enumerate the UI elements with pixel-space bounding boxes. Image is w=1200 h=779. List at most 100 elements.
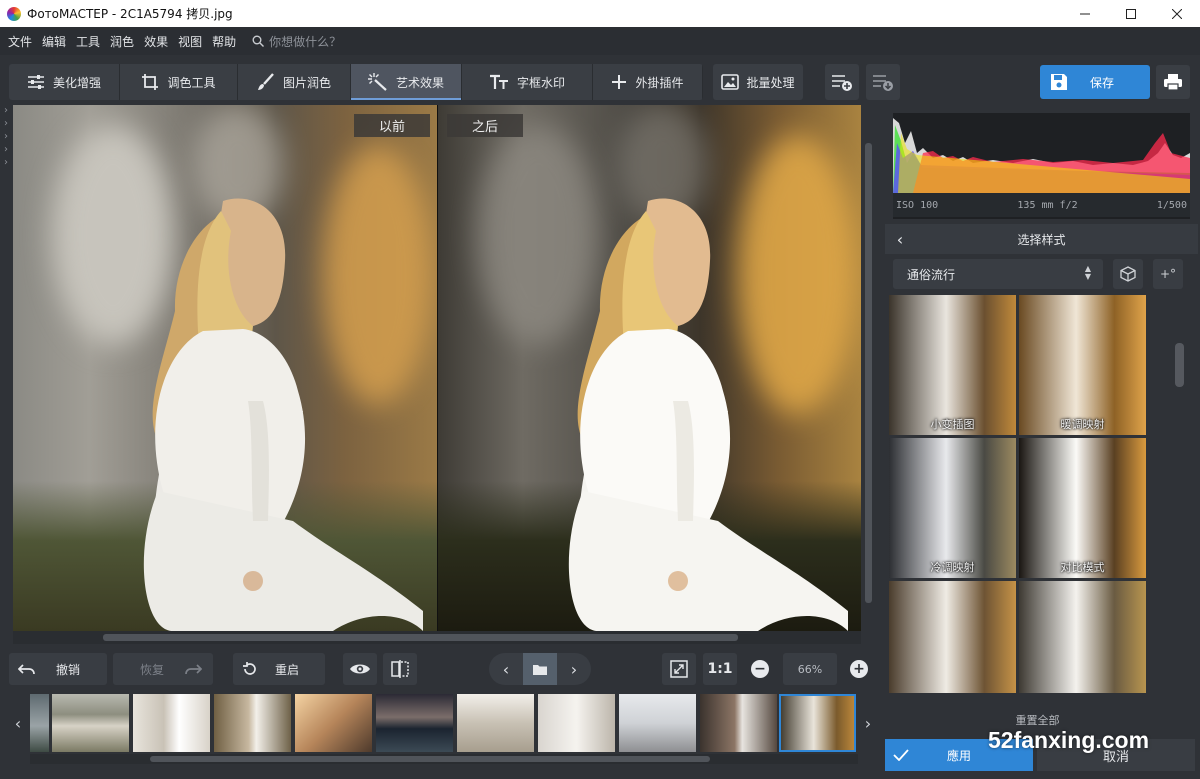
redo-button[interactable]: 恢复 <box>113 653 213 685</box>
menu-help[interactable]: 帮助 <box>212 33 236 50</box>
chevron-left-icon[interactable]: ‹ <box>8 692 28 754</box>
tab-color-tools[interactable]: 调色工具 <box>120 64 238 100</box>
tab-label: 外掛插件 <box>635 75 684 90</box>
tab-retouch[interactable]: 图片润色 <box>238 64 351 100</box>
tab-plugins[interactable]: 外掛插件 <box>593 64 703 100</box>
film-thumbnail[interactable] <box>30 694 49 752</box>
add-style-button[interactable]: +° <box>1153 259 1183 289</box>
style-panel-header: ‹ 选择样式 <box>885 224 1198 254</box>
exif-lens: 135 mm f/2 <box>1017 199 1078 211</box>
photo-before <box>13 105 437 631</box>
crop-icon <box>142 74 159 90</box>
menu-search[interactable]: 你想做什么？ <box>252 33 341 50</box>
undo-button[interactable]: 撤销 <box>9 653 107 685</box>
batch-process-button[interactable]: 批量处理 <box>713 64 803 100</box>
film-thumbnail[interactable] <box>214 694 291 752</box>
preset-tile[interactable]: 暖调映射 <box>1019 295 1146 435</box>
reset-button[interactable]: 重启 <box>233 653 325 685</box>
chevron-right-icon[interactable]: › <box>858 692 878 754</box>
actual-size-button[interactable]: 1:1 <box>703 653 737 685</box>
film-thumbnail[interactable] <box>295 694 372 752</box>
film-thumbnail[interactable] <box>133 694 210 752</box>
film-thumbnail[interactable] <box>619 694 696 752</box>
preset-tile[interactable] <box>889 581 1016 693</box>
sliders-add-icon <box>832 75 852 91</box>
redo-label: 恢复 <box>140 662 165 677</box>
after-label: 之后 <box>447 114 523 137</box>
menu-effects[interactable]: 效果 <box>144 33 168 50</box>
fit-screen-button[interactable] <box>662 653 696 685</box>
side-panel-toggles: › › › › › <box>0 105 12 175</box>
reset-all-button[interactable]: 重置全部 <box>880 712 1195 728</box>
chevron-left-icon[interactable]: ‹ <box>489 660 523 679</box>
zoom-level[interactable]: 66% <box>783 653 837 685</box>
menu-view[interactable]: 视图 <box>178 33 202 50</box>
print-button[interactable] <box>1156 65 1190 99</box>
floppy-icon <box>1051 74 1067 90</box>
zoom-in-button[interactable]: + <box>842 653 876 685</box>
woman-figure <box>568 198 848 631</box>
film-thumbnail[interactable] <box>700 694 777 752</box>
chevron-right-icon[interactable]: › <box>0 157 12 170</box>
menu-bar: 文件 编辑 工具 润色 效果 视图 帮助 你想做什么？ <box>0 27 1200 55</box>
menu-edit[interactable]: 编辑 <box>42 33 66 50</box>
film-thumbnail-selected[interactable] <box>779 694 856 752</box>
tab-label: 艺术效果 <box>395 75 444 90</box>
film-thumbnail[interactable] <box>376 694 453 752</box>
save-label: 保存 <box>1089 75 1114 90</box>
redo-icon <box>185 664 203 675</box>
tab-label: 图片润色 <box>282 75 331 90</box>
menu-tools[interactable]: 工具 <box>76 33 100 50</box>
tab-text-watermark[interactable]: 字框水印 <box>462 64 593 100</box>
preset-tile[interactable] <box>1019 581 1146 693</box>
canvas-vertical-scrollbar[interactable] <box>861 105 876 631</box>
batch-process-label: 批量处理 <box>746 75 795 90</box>
magic-wand-icon <box>367 73 387 91</box>
film-thumbnail[interactable] <box>52 694 129 752</box>
preset-label: 对比模式 <box>1060 561 1105 574</box>
photo-canvas[interactable]: 以前 之后 <box>13 105 861 631</box>
chevron-right-icon[interactable]: › <box>0 131 12 144</box>
preset-label: 暖调映射 <box>1060 418 1105 431</box>
brush-icon <box>257 73 274 90</box>
preset-tile[interactable]: 对比模式 <box>1019 438 1146 578</box>
compare-button[interactable] <box>383 653 417 685</box>
presets-scrollbar[interactable] <box>1172 295 1186 693</box>
exif-iso: ISO 100 <box>896 199 939 211</box>
close-icon[interactable] <box>1154 0 1200 27</box>
save-button[interactable]: 保存 <box>1040 65 1150 99</box>
maximize-icon[interactable] <box>1108 0 1154 27</box>
filmstrip-scrollbar[interactable] <box>30 754 858 764</box>
preset-tile[interactable]: 冷调映射 <box>889 438 1016 578</box>
right-panel: ISO 100 135 mm f/2 1/500 ‹ 选择样式 通俗流行 ▲ ▼ … <box>880 105 1200 779</box>
chevron-right-icon[interactable]: › <box>0 144 12 157</box>
search-icon <box>252 35 265 47</box>
style-category-select[interactable]: 通俗流行 ▲ ▼ <box>893 259 1103 289</box>
action-bar: 撤销 恢复 重启 ‹ › 1:1 − 66% + <box>0 646 880 692</box>
menu-retouch[interactable]: 润色 <box>110 33 134 50</box>
reset-label: 重启 <box>275 662 300 677</box>
folder-button[interactable] <box>523 653 557 685</box>
chevron-right-icon[interactable]: › <box>0 118 12 131</box>
chevron-right-icon[interactable]: › <box>0 105 12 118</box>
add-adjustment-button[interactable] <box>825 64 859 100</box>
import-adjustment-button[interactable] <box>866 64 900 100</box>
tab-enhance[interactable]: 美化增强 <box>9 64 120 100</box>
zoom-out-button[interactable]: − <box>743 653 777 685</box>
3d-cube-button[interactable] <box>1113 259 1143 289</box>
preset-tile[interactable]: 小变插图 <box>889 295 1016 435</box>
film-thumbnail[interactable] <box>457 694 534 752</box>
film-thumbnail[interactable] <box>538 694 615 752</box>
image-icon <box>721 74 740 90</box>
menu-file[interactable]: 文件 <box>8 33 32 50</box>
tab-art-effects[interactable]: 艺术效果 <box>351 64 462 100</box>
preset-label: 冷调映射 <box>930 561 975 574</box>
preview-toggle-button[interactable] <box>343 653 377 685</box>
updown-arrows-icon: ▲ ▼ <box>1084 264 1091 281</box>
back-arrow-icon[interactable]: ‹ <box>885 230 915 249</box>
compare-icon <box>391 660 409 678</box>
canvas-horizontal-scrollbar[interactable] <box>13 631 861 644</box>
minimize-icon[interactable] <box>1062 0 1108 27</box>
filmstrip: ‹ › <box>0 692 880 768</box>
chevron-right-icon[interactable]: › <box>557 660 591 679</box>
